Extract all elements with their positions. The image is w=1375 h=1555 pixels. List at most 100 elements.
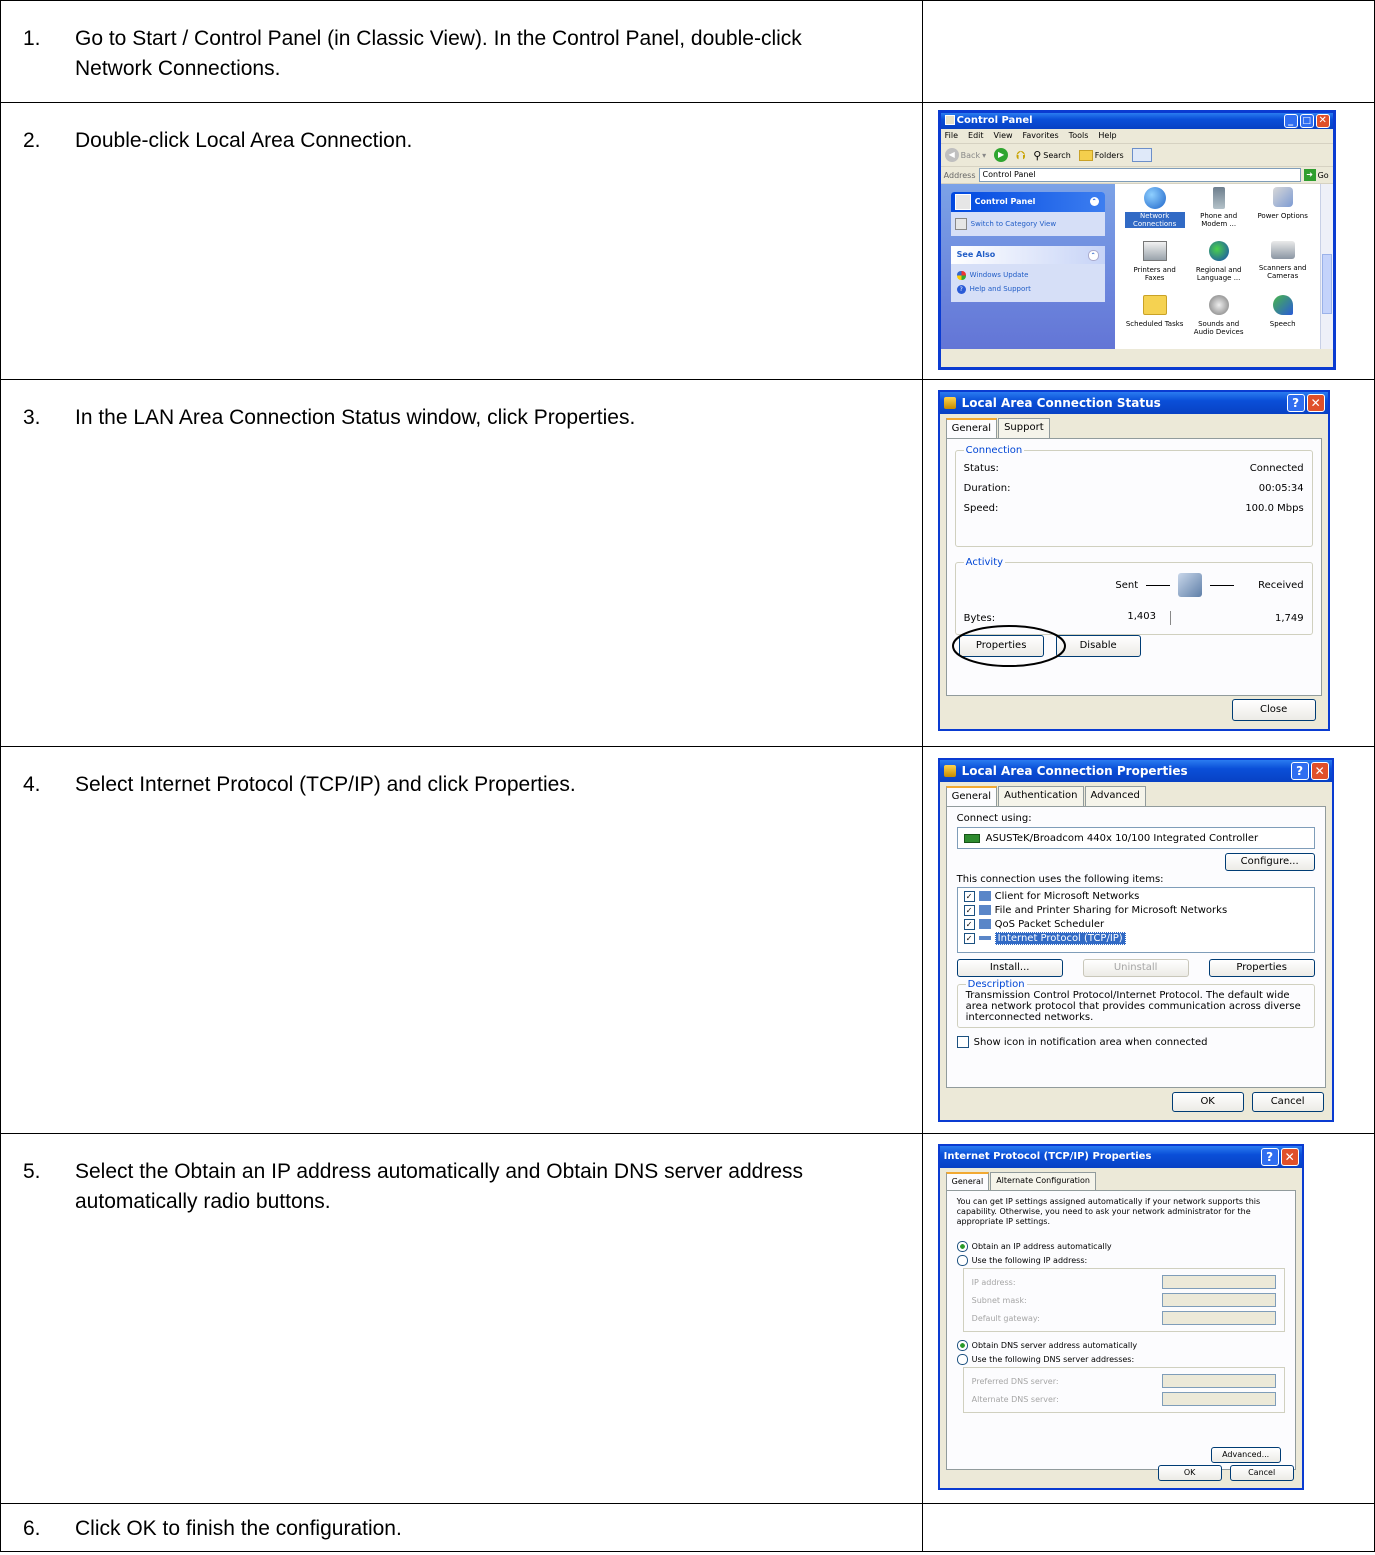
tcpip-properties-window: Internet Protocol (TCP/IP) Properties ? … — [937, 1144, 1304, 1490]
up-folder-icon[interactable]: ⮉ — [1016, 148, 1025, 163]
radio-unselected-icon — [956, 1255, 968, 1266]
menu-favorites[interactable]: Favorites — [1023, 129, 1059, 143]
control-panel-box: Control Panel ⌃ Switch to Category View — [950, 192, 1105, 236]
close-button[interactable]: ✕ — [1310, 762, 1329, 780]
maximize-button[interactable]: □ — [1299, 114, 1314, 128]
step-row: 2. Double-click Local Area Connection. Co… — [0, 102, 1375, 380]
obtain-dns-radio[interactable]: Obtain DNS server address automatically — [956, 1340, 1285, 1351]
tab-panel: Connect using: ASUSTeK/Broadcom 440x 10/… — [945, 806, 1326, 1088]
task-pane: Control Panel ⌃ Switch to Category View … — [940, 184, 1115, 349]
address-input[interactable]: Control Panel — [978, 168, 1301, 182]
ok-button[interactable]: OK — [1157, 1465, 1222, 1481]
configure-button[interactable]: Configure... — [1224, 853, 1315, 871]
menu-tools[interactable]: Tools — [1069, 129, 1089, 143]
help-button[interactable]: ? — [1260, 1148, 1279, 1166]
cp-item-scheduled-tasks[interactable]: Scheduled Tasks — [1125, 295, 1185, 349]
phone-icon — [1212, 187, 1225, 209]
folders-button[interactable]: Folders — [1078, 149, 1124, 161]
cp-item-network-connections[interactable]: Network Connections — [1124, 187, 1185, 241]
close-button[interactable]: ✕ — [1280, 1148, 1299, 1166]
collapse-icon[interactable]: ⌃ — [1089, 197, 1099, 206]
help-support-link[interactable]: ? Help and Support — [956, 282, 1099, 296]
tab-general[interactable]: General — [945, 786, 998, 806]
address-label: Address — [943, 170, 976, 180]
tab-alternate-configuration[interactable]: Alternate Configuration — [990, 1172, 1096, 1190]
cp-item-regional-language[interactable]: Regional and Language ... — [1189, 241, 1249, 295]
help-icon: ? — [956, 284, 966, 294]
close-button[interactable]: ✕ — [1306, 394, 1325, 412]
menu-edit[interactable]: Edit — [968, 129, 984, 143]
tab-strip: General Alternate Configuration — [945, 1172, 1302, 1190]
folder-clock-icon — [1142, 295, 1167, 315]
items-list[interactable]: ✓ Client for Microsoft Networks ✓ File and… — [956, 887, 1315, 953]
install-button[interactable]: Install... — [956, 959, 1063, 977]
window-title: Control Panel — [956, 115, 1033, 126]
forward-button[interactable]: ▶ — [994, 148, 1009, 162]
go-arrow-icon: ➜ — [1303, 169, 1316, 181]
see-also-title: See Also — [956, 250, 996, 259]
use-ip-radio[interactable]: Use the following IP address: — [956, 1255, 1285, 1266]
help-button[interactable]: ? — [1290, 762, 1309, 780]
address-bar: Address Control Panel ➜ Go — [940, 167, 1333, 184]
checkbox-unchecked-icon[interactable] — [956, 1036, 969, 1048]
tab-general[interactable]: General — [945, 1172, 990, 1190]
ip-address-input[interactable] — [1161, 1275, 1276, 1289]
minimize-button[interactable]: _ — [1283, 114, 1298, 128]
cp-item-sounds-audio[interactable]: Sounds and Audio Devices — [1189, 295, 1249, 349]
use-dns-radio[interactable]: Use the following DNS server addresses: — [956, 1354, 1285, 1365]
cp-item-phone-modem[interactable]: Phone and Modem ... — [1189, 187, 1249, 241]
tab-authentication[interactable]: Authentication — [998, 786, 1084, 806]
back-button[interactable]: ◀ Back ▾ — [944, 148, 986, 162]
radio-selected-icon — [956, 1340, 968, 1351]
obtain-ip-radio[interactable]: Obtain an IP address automatically — [956, 1241, 1285, 1252]
menu-file[interactable]: File — [945, 129, 958, 143]
list-item[interactable]: ✓ QoS Packet Scheduler — [963, 918, 1308, 932]
menu-bar: File Edit View Favorites Tools Help — [940, 129, 1333, 144]
alternate-dns-input[interactable] — [1161, 1392, 1276, 1406]
windows-update-link[interactable]: Windows Update — [956, 268, 1099, 282]
menu-help[interactable]: Help — [1098, 129, 1116, 143]
control-panel-icon — [954, 194, 971, 210]
subnet-mask-input[interactable] — [1161, 1293, 1276, 1307]
list-item[interactable]: ✓ Client for Microsoft Networks — [963, 890, 1308, 904]
window-titlebar: Local Area Connection Status ? ✕ — [939, 392, 1328, 414]
tab-general[interactable]: General — [945, 418, 998, 438]
description-text: Transmission Control Protocol/Internet P… — [965, 990, 1301, 1023]
show-icon-option[interactable]: Show icon in notification area when conn… — [956, 1036, 1315, 1048]
step-text-cell: 4. Select Internet Protocol (TCP/IP) and … — [0, 746, 923, 1134]
help-button[interactable]: ? — [1286, 394, 1305, 412]
preferred-dns-input[interactable] — [1161, 1374, 1276, 1388]
network-card-icon — [963, 833, 980, 843]
step-image-cell: Control Panel _ □ ✕ File Edit View Favor… — [921, 102, 1375, 380]
cp-item-speech[interactable]: Speech — [1253, 295, 1313, 349]
duration-label: Duration: — [963, 482, 1011, 494]
close-dialog-button[interactable]: Close — [1231, 699, 1316, 721]
menu-view[interactable]: View — [994, 129, 1013, 143]
collapse-icon[interactable]: ⌃ — [1087, 250, 1099, 261]
properties-button[interactable]: Properties — [1208, 959, 1315, 977]
ok-button[interactable]: OK — [1171, 1092, 1244, 1112]
uninstall-button[interactable]: Uninstall — [1082, 959, 1189, 977]
radio-selected-icon — [956, 1241, 968, 1252]
step-text: Select the Obtain an IP address automati… — [75, 1160, 803, 1213]
views-button[interactable] — [1131, 148, 1152, 162]
advanced-button[interactable]: Advanced... — [1210, 1447, 1281, 1463]
cancel-button[interactable]: Cancel — [1251, 1092, 1324, 1112]
cp-item-printers-faxes[interactable]: Printers and Faxes — [1125, 241, 1185, 295]
cancel-button[interactable]: Cancel — [1229, 1465, 1294, 1481]
cp-item-power-options[interactable]: Power Options — [1253, 187, 1313, 241]
list-item-selected[interactable]: ✓ Internet Protocol (TCP/IP) — [963, 932, 1308, 946]
close-button[interactable]: ✕ — [1315, 114, 1330, 128]
cp-item-scanners-cameras[interactable]: Scanners and Cameras — [1253, 241, 1313, 295]
checkbox-checked-icon: ✓ — [963, 905, 975, 916]
tab-advanced[interactable]: Advanced — [1084, 786, 1146, 806]
default-gateway-input[interactable] — [1161, 1311, 1276, 1325]
tab-support[interactable]: Support — [998, 418, 1050, 438]
vertical-scrollbar[interactable] — [1319, 184, 1333, 349]
scroll-thumb[interactable] — [1321, 254, 1332, 314]
switch-category-link[interactable]: Switch to Category View — [950, 212, 1105, 236]
search-button[interactable]: ⚲ Search — [1033, 149, 1071, 162]
list-item[interactable]: ✓ File and Printer Sharing for Microsoft … — [963, 904, 1308, 918]
go-button[interactable]: ➜ Go — [1303, 169, 1329, 181]
network-component-icon — [978, 919, 991, 929]
